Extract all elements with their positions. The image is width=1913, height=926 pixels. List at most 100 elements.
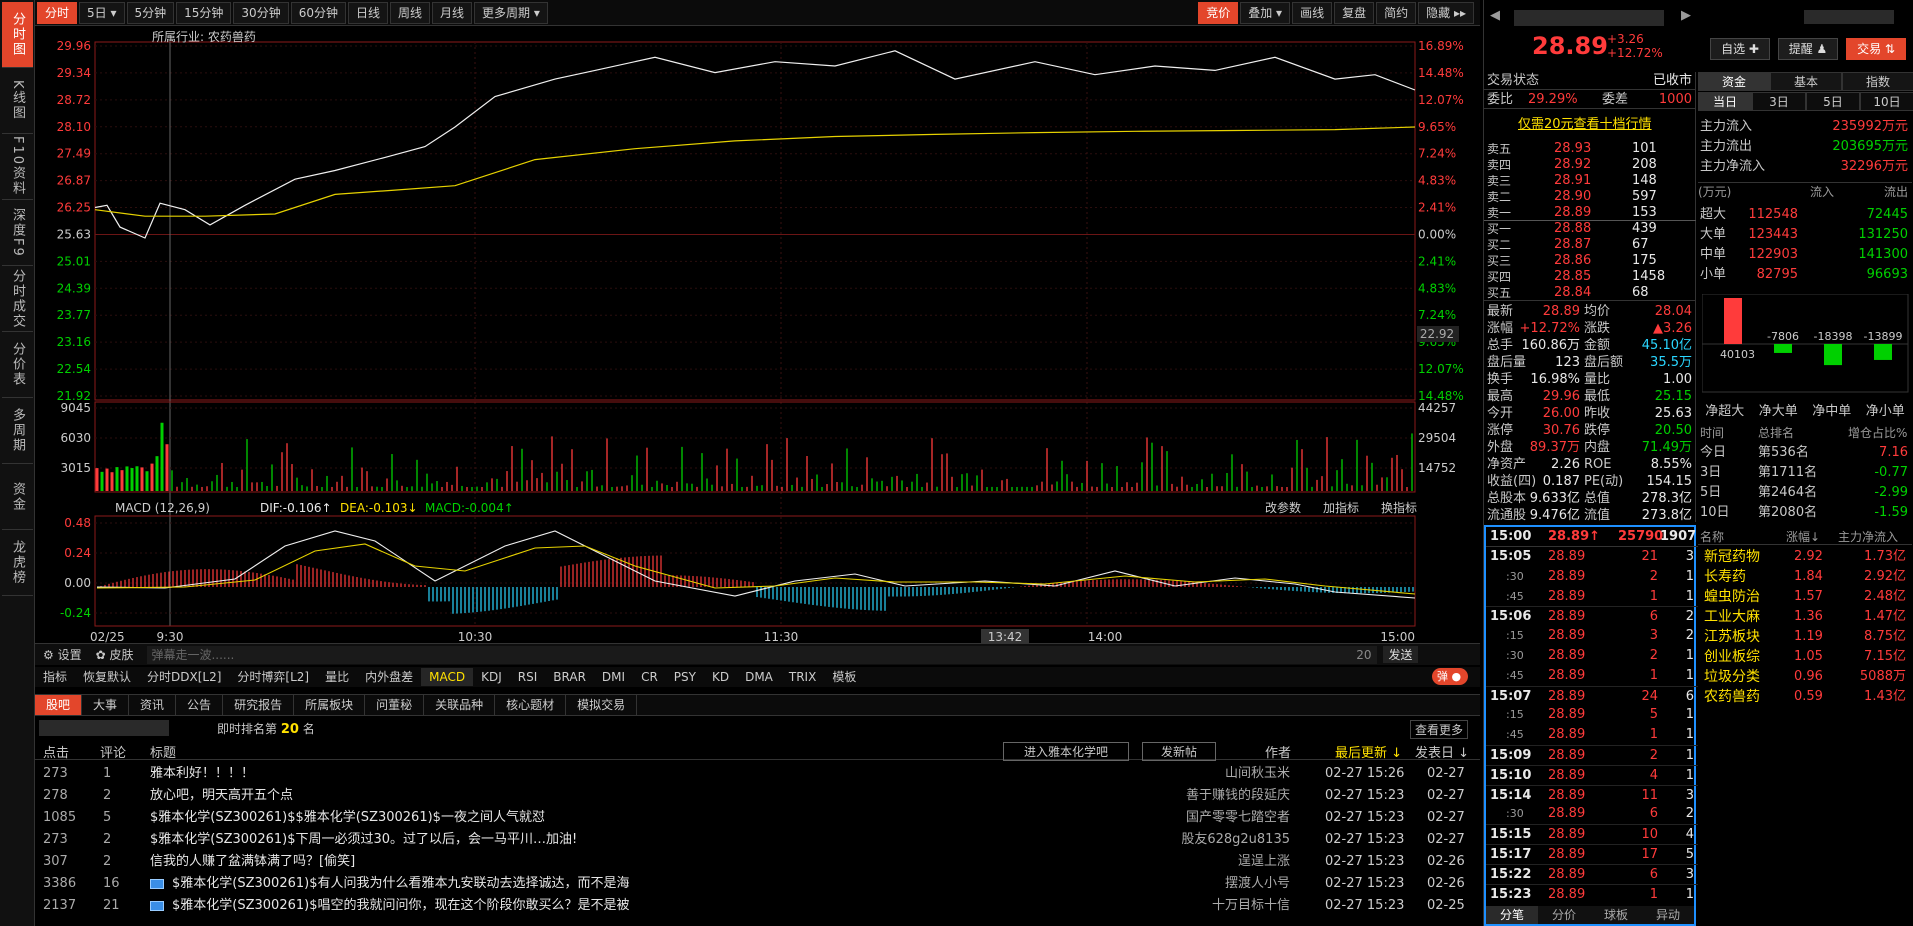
post-author[interactable]: 股友628g2u8135 (1181, 829, 1290, 851)
post-author[interactable]: 山间秋玉米 (1225, 763, 1290, 785)
indicator-tab-16[interactable]: 模板 (824, 668, 864, 686)
rail-tab-6[interactable]: 多周期 (2, 398, 33, 464)
rail-tab-4[interactable]: 分时成交 (2, 266, 33, 332)
macd-tool-0[interactable]: 改参数 (1265, 500, 1301, 515)
prev-stock-icon[interactable]: ◀ (1490, 8, 1500, 23)
bids-row[interactable]: 买四 28.85 1458 (1484, 269, 1696, 285)
tool-tab-2[interactable]: 画线 (1292, 1, 1333, 24)
indicator-tab-0[interactable]: 指标 (35, 668, 75, 686)
period-tab-3[interactable]: 15分钟 (176, 1, 232, 24)
sector-row[interactable]: 长寿药 1.84 2.92亿 (1698, 567, 1912, 587)
post-title[interactable]: 放心吧，明天高开五个点 (150, 785, 293, 807)
info-tab-7[interactable]: 关联品种 (424, 695, 496, 715)
bids-row[interactable]: 买一 28.88 439 (1484, 221, 1696, 237)
forum-post[interactable]: 307 2 信我的人赚了盆满钵满了吗？[偷笑] 逞逞上涨 02-27 15:23 02-2… (35, 851, 1480, 873)
tool-tab-3[interactable]: 复盘 (1334, 1, 1375, 24)
period-tab-1[interactable]: 5日 ▾ (79, 1, 125, 24)
asks-row[interactable]: 卖一 28.89 153 (1484, 205, 1696, 221)
asks-row[interactable]: 卖五 28.93 101 (1484, 141, 1696, 157)
post-author[interactable]: 逞逞上涨 (1238, 851, 1290, 873)
forum-post[interactable]: 1085 5 $雅本化学(SZ300261)$$雅本化学(SZ300261)$一夜之… (35, 807, 1480, 829)
post-author[interactable]: 国产零零七踏空者 (1186, 807, 1290, 829)
fund-tab-2[interactable]: 指数 (1842, 72, 1913, 91)
indicator-tab-8[interactable]: RSI (510, 668, 546, 686)
info-tab-8[interactable]: 核心题材 (495, 695, 567, 715)
indicator-tab-11[interactable]: CR (633, 668, 666, 686)
period-tab-4[interactable]: 30分钟 (233, 1, 289, 24)
enter-forum-button[interactable]: 进入雅本化学吧 (1003, 742, 1130, 761)
trade-tab-1[interactable]: 分价 (1538, 906, 1590, 924)
indicator-tab-12[interactable]: PSY (666, 668, 704, 686)
trade-button[interactable]: 交易 ⇅ (1846, 38, 1906, 60)
forum-post[interactable]: 3386 16 $雅本化学(SZ300261)$有人问我为什么看雅本九安联动去选择诚… (35, 873, 1480, 895)
period-tab-8[interactable]: 月线 (432, 1, 473, 24)
indicator-tab-5[interactable]: 内外盘差 (357, 668, 421, 686)
indicator-tab-1[interactable]: 恢复默认 (75, 668, 139, 686)
danmu-toggle[interactable]: 弹 ● (1432, 668, 1468, 685)
indicator-tab-10[interactable]: DMI (594, 668, 633, 686)
info-tab-6[interactable]: 问董秘 (365, 695, 425, 715)
rail-tab-3[interactable]: 深度F9 (2, 200, 33, 266)
sector-row[interactable]: 江苏板块 1.19 8.75亿 (1698, 627, 1912, 647)
tool-tab-1[interactable]: 叠加 ▾ (1240, 1, 1291, 24)
bids-row[interactable]: 买二 28.87 67 (1484, 237, 1696, 253)
sector-col[interactable]: 名称 (1700, 528, 1724, 545)
sector-row[interactable]: 蝗虫防治 1.57 2.48亿 (1698, 587, 1912, 607)
trade-tab-0[interactable]: 分笔 (1486, 906, 1538, 924)
bids-row[interactable]: 买五 28.84 68 (1484, 285, 1696, 301)
fund-subtab-3[interactable]: 10日 (1860, 92, 1913, 111)
watchlist-button[interactable]: 自选 ✚ (1710, 38, 1770, 60)
skin-button[interactable]: ✿ 皮肤 (96, 646, 134, 663)
asks-row[interactable]: 卖四 28.92 208 (1484, 157, 1696, 173)
info-tab-2[interactable]: 资讯 (129, 695, 177, 715)
forum-col-4[interactable]: 最后更新 ↓ (1335, 742, 1402, 761)
post-title[interactable]: 雅本利好！！！！ (150, 763, 254, 785)
indicator-tab-9[interactable]: BRAR (545, 668, 594, 686)
bids-row[interactable]: 买三 28.86 175 (1484, 253, 1696, 269)
sector-row[interactable]: 垃圾分类 0.96 5088万 (1698, 667, 1912, 687)
forum-post[interactable]: 273 2 $雅本化学(SZ300261)$下周一必须过30。过了以后，会一马平川…… (35, 829, 1480, 851)
sector-col[interactable]: 涨幅↓ (1786, 528, 1820, 545)
period-tab-0[interactable]: 分时 (37, 1, 78, 24)
indicator-tab-15[interactable]: TRIX (781, 668, 824, 686)
post-author[interactable]: 善于赚钱的段延庆 (1186, 785, 1290, 807)
tool-tab-5[interactable]: 隐藏 ▸▸ (1418, 1, 1474, 24)
macd-tool-1[interactable]: 加指标 (1323, 500, 1359, 515)
ten-level-link[interactable]: 仅需20元查看十档行情 (1518, 116, 1652, 134)
macd-tool-2[interactable]: 换指标 (1381, 500, 1417, 515)
forum-post[interactable]: 278 2 放心吧，明天高开五个点 善于赚钱的段延庆 02-27 15:23 02-27 (35, 785, 1480, 807)
indicator-tab-6[interactable]: MACD (421, 668, 474, 686)
rail-tab-2[interactable]: F10资料 (2, 134, 33, 200)
info-tab-0[interactable]: 股吧 (35, 695, 83, 715)
post-title[interactable]: $雅本化学(SZ300261)$下周一必须过30。过了以后，会一马平川…加油! (150, 829, 577, 851)
period-tab-6[interactable]: 日线 (347, 1, 388, 24)
sector-row[interactable]: 新冠药物 2.92 1.73亿 (1698, 547, 1912, 567)
sector-row[interactable]: 农药兽药 0.59 1.43亿 (1698, 687, 1912, 707)
post-author[interactable]: 十万目标十信 (1212, 895, 1290, 917)
info-tab-5[interactable]: 所属板块 (294, 695, 366, 715)
rail-tab-7[interactable]: 资金 (2, 464, 33, 530)
send-button[interactable]: 发送 (1383, 646, 1418, 663)
rail-tab-1[interactable]: K线图 (2, 68, 33, 134)
forum-post[interactable]: 273 1 雅本利好！！！！ 山间秋玉米 02-27 15:26 02-27 (35, 763, 1480, 785)
industry-name[interactable]: 农药兽药 (208, 30, 256, 44)
fund-tab-1[interactable]: 基本 (1770, 72, 1842, 91)
tool-tab-4[interactable]: 简约 (1376, 1, 1417, 24)
period-tab-5[interactable]: 60分钟 (290, 1, 346, 24)
rail-tab-5[interactable]: 分价表 (2, 332, 33, 398)
period-tab-2[interactable]: 5分钟 (126, 1, 175, 24)
sector-col[interactable]: 主力净流入 (1838, 528, 1898, 545)
rail-tab-0[interactable]: 分时图 (2, 2, 33, 68)
fund-subtab-1[interactable]: 3日 (1752, 92, 1806, 111)
info-tab-4[interactable]: 研究报告 (223, 695, 295, 715)
alert-button[interactable]: 提醒 ♟ (1778, 38, 1838, 60)
trade-tab-2[interactable]: 球板 (1590, 906, 1642, 924)
danmu-input[interactable]: 弹幕走一波...... 20 (147, 645, 1378, 664)
info-tab-9[interactable]: 模拟交易 (566, 695, 638, 715)
post-author[interactable]: 摆渡人小号 (1225, 873, 1290, 895)
next-stock-icon[interactable]: ▶ (1681, 8, 1691, 23)
indicator-tab-14[interactable]: DMA (737, 668, 781, 686)
asks-row[interactable]: 卖二 28.90 597 (1484, 189, 1696, 205)
info-tab-1[interactable]: 大事 (82, 695, 130, 715)
sector-row[interactable]: 工业大麻 1.36 1.47亿 (1698, 607, 1912, 627)
